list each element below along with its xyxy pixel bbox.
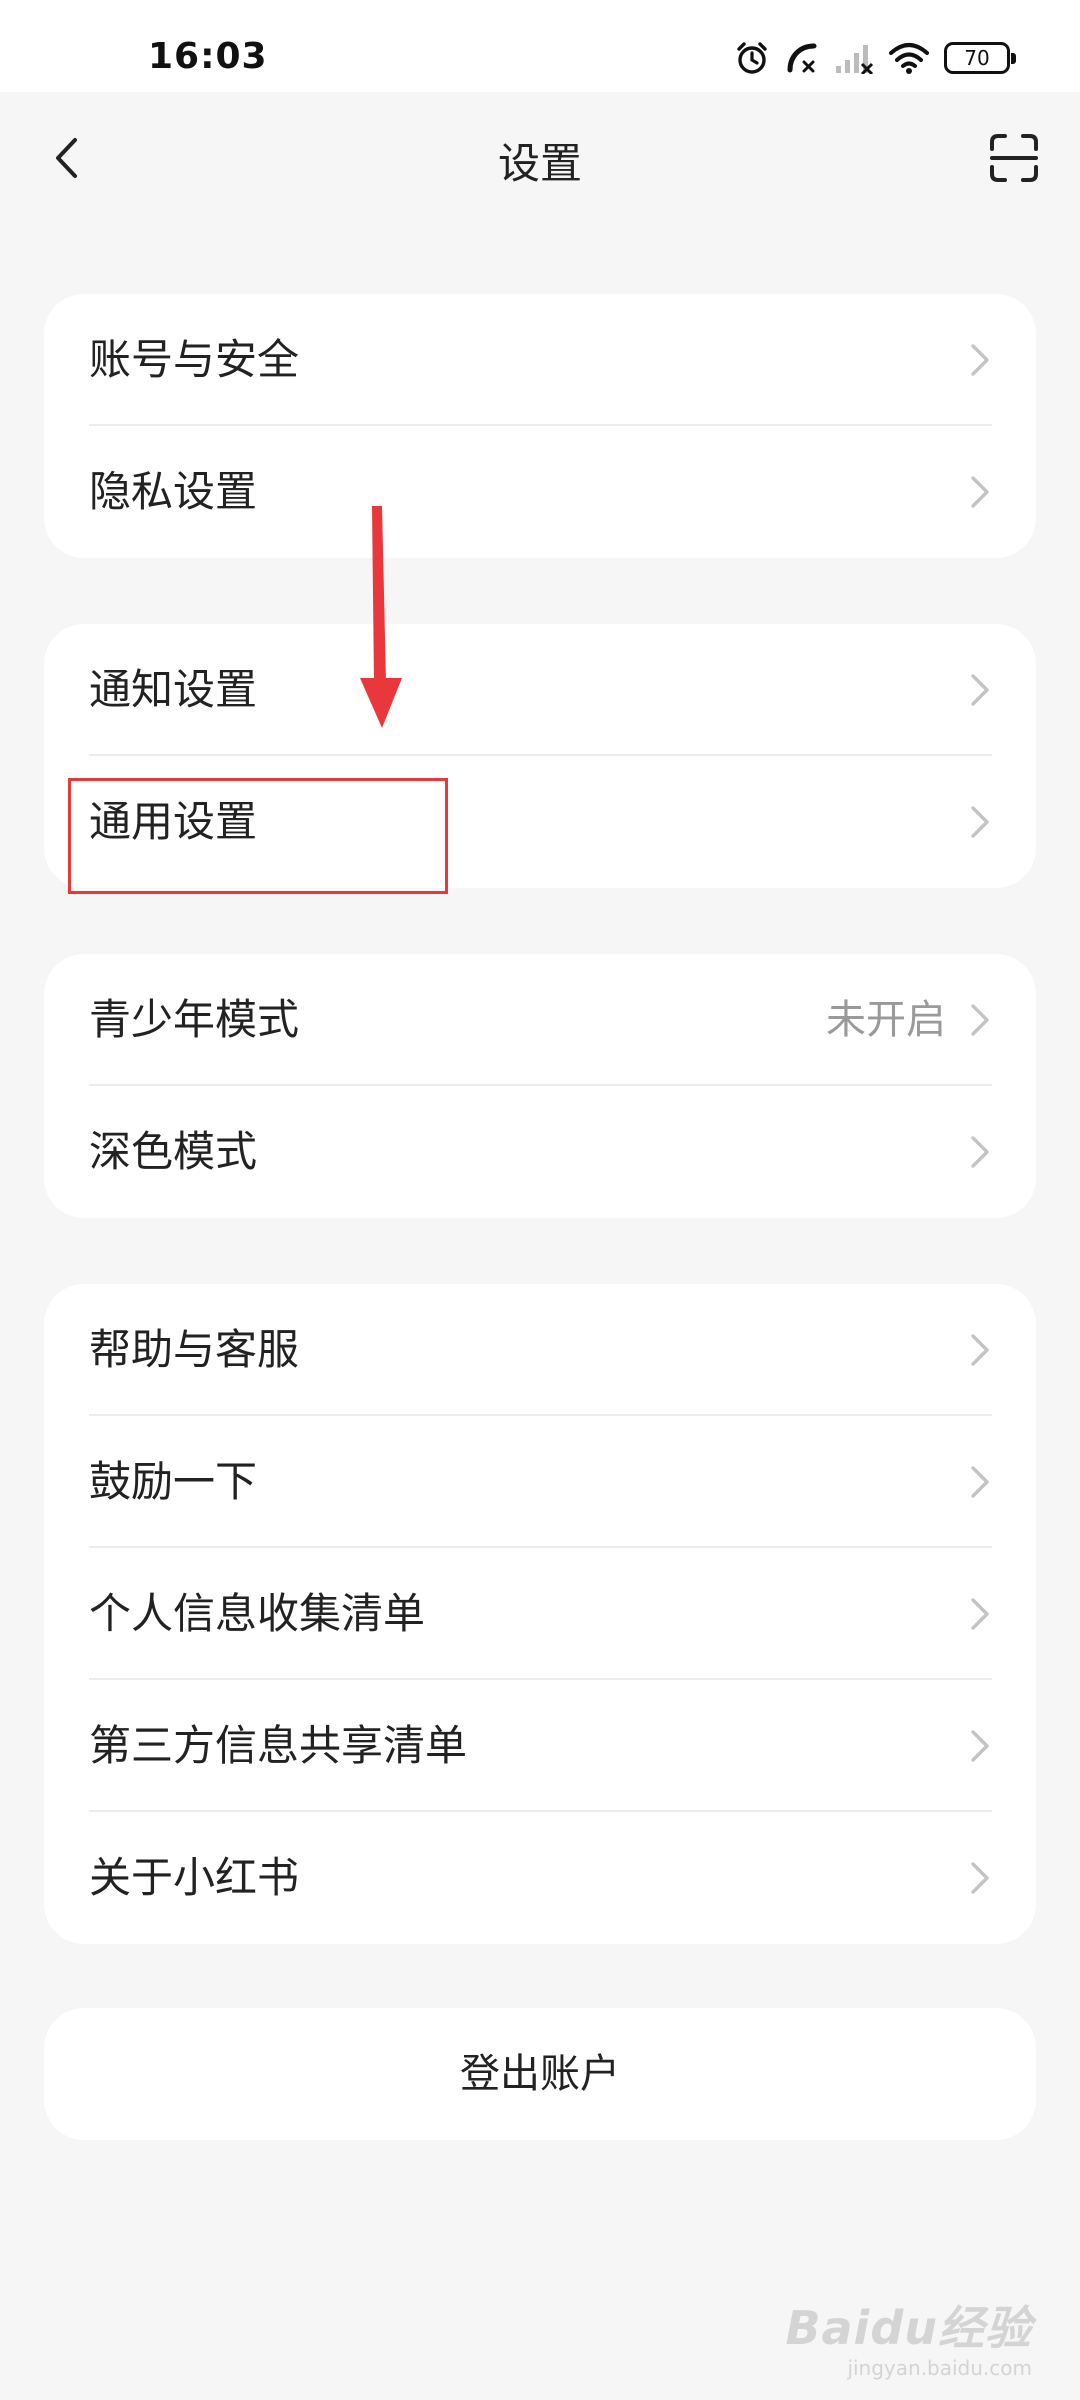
chevron-right-icon: [971, 344, 989, 376]
settings-item-label: 鼓励一下: [89, 1457, 258, 1506]
battery-icon: 70: [944, 42, 1016, 74]
settings-item-label: 关于小红书: [89, 1853, 300, 1902]
status-time: 16:03: [148, 36, 268, 77]
chevron-right-icon: [971, 1004, 989, 1036]
settings-item-about[interactable]: 关于小红书: [44, 1812, 1036, 1944]
scan-button[interactable]: [984, 128, 1044, 188]
chevron-right-icon: [971, 476, 989, 508]
scan-icon: [990, 134, 1038, 182]
settings-item-personal-info-list[interactable]: 个人信息收集清单: [44, 1548, 1036, 1680]
settings-item-label: 帮助与客服: [89, 1325, 300, 1374]
alarm-icon: [737, 42, 767, 74]
status-bar: 16:03 70: [0, 0, 1080, 92]
logout-button[interactable]: 登出账户: [44, 2008, 1036, 2140]
teen-mode-status: 未开启: [826, 997, 946, 1043]
settings-item-help[interactable]: 帮助与客服: [44, 1284, 1036, 1416]
status-icons: 70: [734, 38, 1016, 78]
settings-item-notifications[interactable]: 通知设置: [44, 624, 1036, 756]
chevron-right-icon: [971, 1136, 989, 1168]
watermark: Baidu经验 jingyan.baidu.com: [785, 2292, 1032, 2380]
wifi-icon: [889, 43, 929, 74]
settings-item-encourage[interactable]: 鼓励一下: [44, 1416, 1036, 1548]
settings-item-privacy[interactable]: 隐私设置: [44, 426, 1036, 558]
settings-group-account: 账号与安全 隐私设置: [44, 294, 1036, 558]
settings-item-label: 青少年模式: [89, 995, 300, 1044]
settings-group-about: 帮助与客服 鼓励一下 个人信息收集清单 第三方信息共享清单 关于小红书: [44, 1284, 1036, 1944]
chevron-right-icon: [971, 674, 989, 706]
settings-item-dark-mode[interactable]: 深色模式: [44, 1086, 1036, 1218]
settings-group-mode: 青少年模式 未开启 深色模式: [44, 954, 1036, 1218]
annotation-arrow: [360, 506, 402, 728]
settings-item-label: 个人信息收集清单: [89, 1589, 426, 1638]
settings-item-label: 账号与安全: [89, 335, 300, 384]
watermark-url: jingyan.baidu.com: [847, 2356, 1032, 2380]
chevron-right-icon: [971, 806, 989, 838]
settings-item-label: 隐私设置: [89, 467, 258, 516]
settings-item-label: 深色模式: [89, 1127, 258, 1176]
nav-bar: 设置: [0, 92, 1080, 224]
settings-item-label: 通知设置: [89, 665, 258, 714]
signal-icon: [836, 45, 874, 74]
chevron-right-icon: [971, 1466, 989, 1498]
watermark-logo: Baidu经验: [785, 2301, 1032, 2355]
annotation-highlight-box: [68, 778, 448, 894]
chevron-right-icon: [971, 1334, 989, 1366]
page-title: 设置: [497, 139, 582, 188]
settings-item-label: 第三方信息共享清单: [89, 1721, 468, 1770]
missed-call-icon: [787, 43, 817, 73]
chevron-right-icon: [971, 1862, 989, 1894]
chevron-right-icon: [971, 1730, 989, 1762]
settings-item-third-party-list[interactable]: 第三方信息共享清单: [44, 1680, 1036, 1812]
settings-item-teen-mode[interactable]: 青少年模式 未开启: [44, 954, 1036, 1086]
settings-item-account-security[interactable]: 账号与安全: [44, 294, 1036, 426]
chevron-right-icon: [971, 1598, 989, 1630]
